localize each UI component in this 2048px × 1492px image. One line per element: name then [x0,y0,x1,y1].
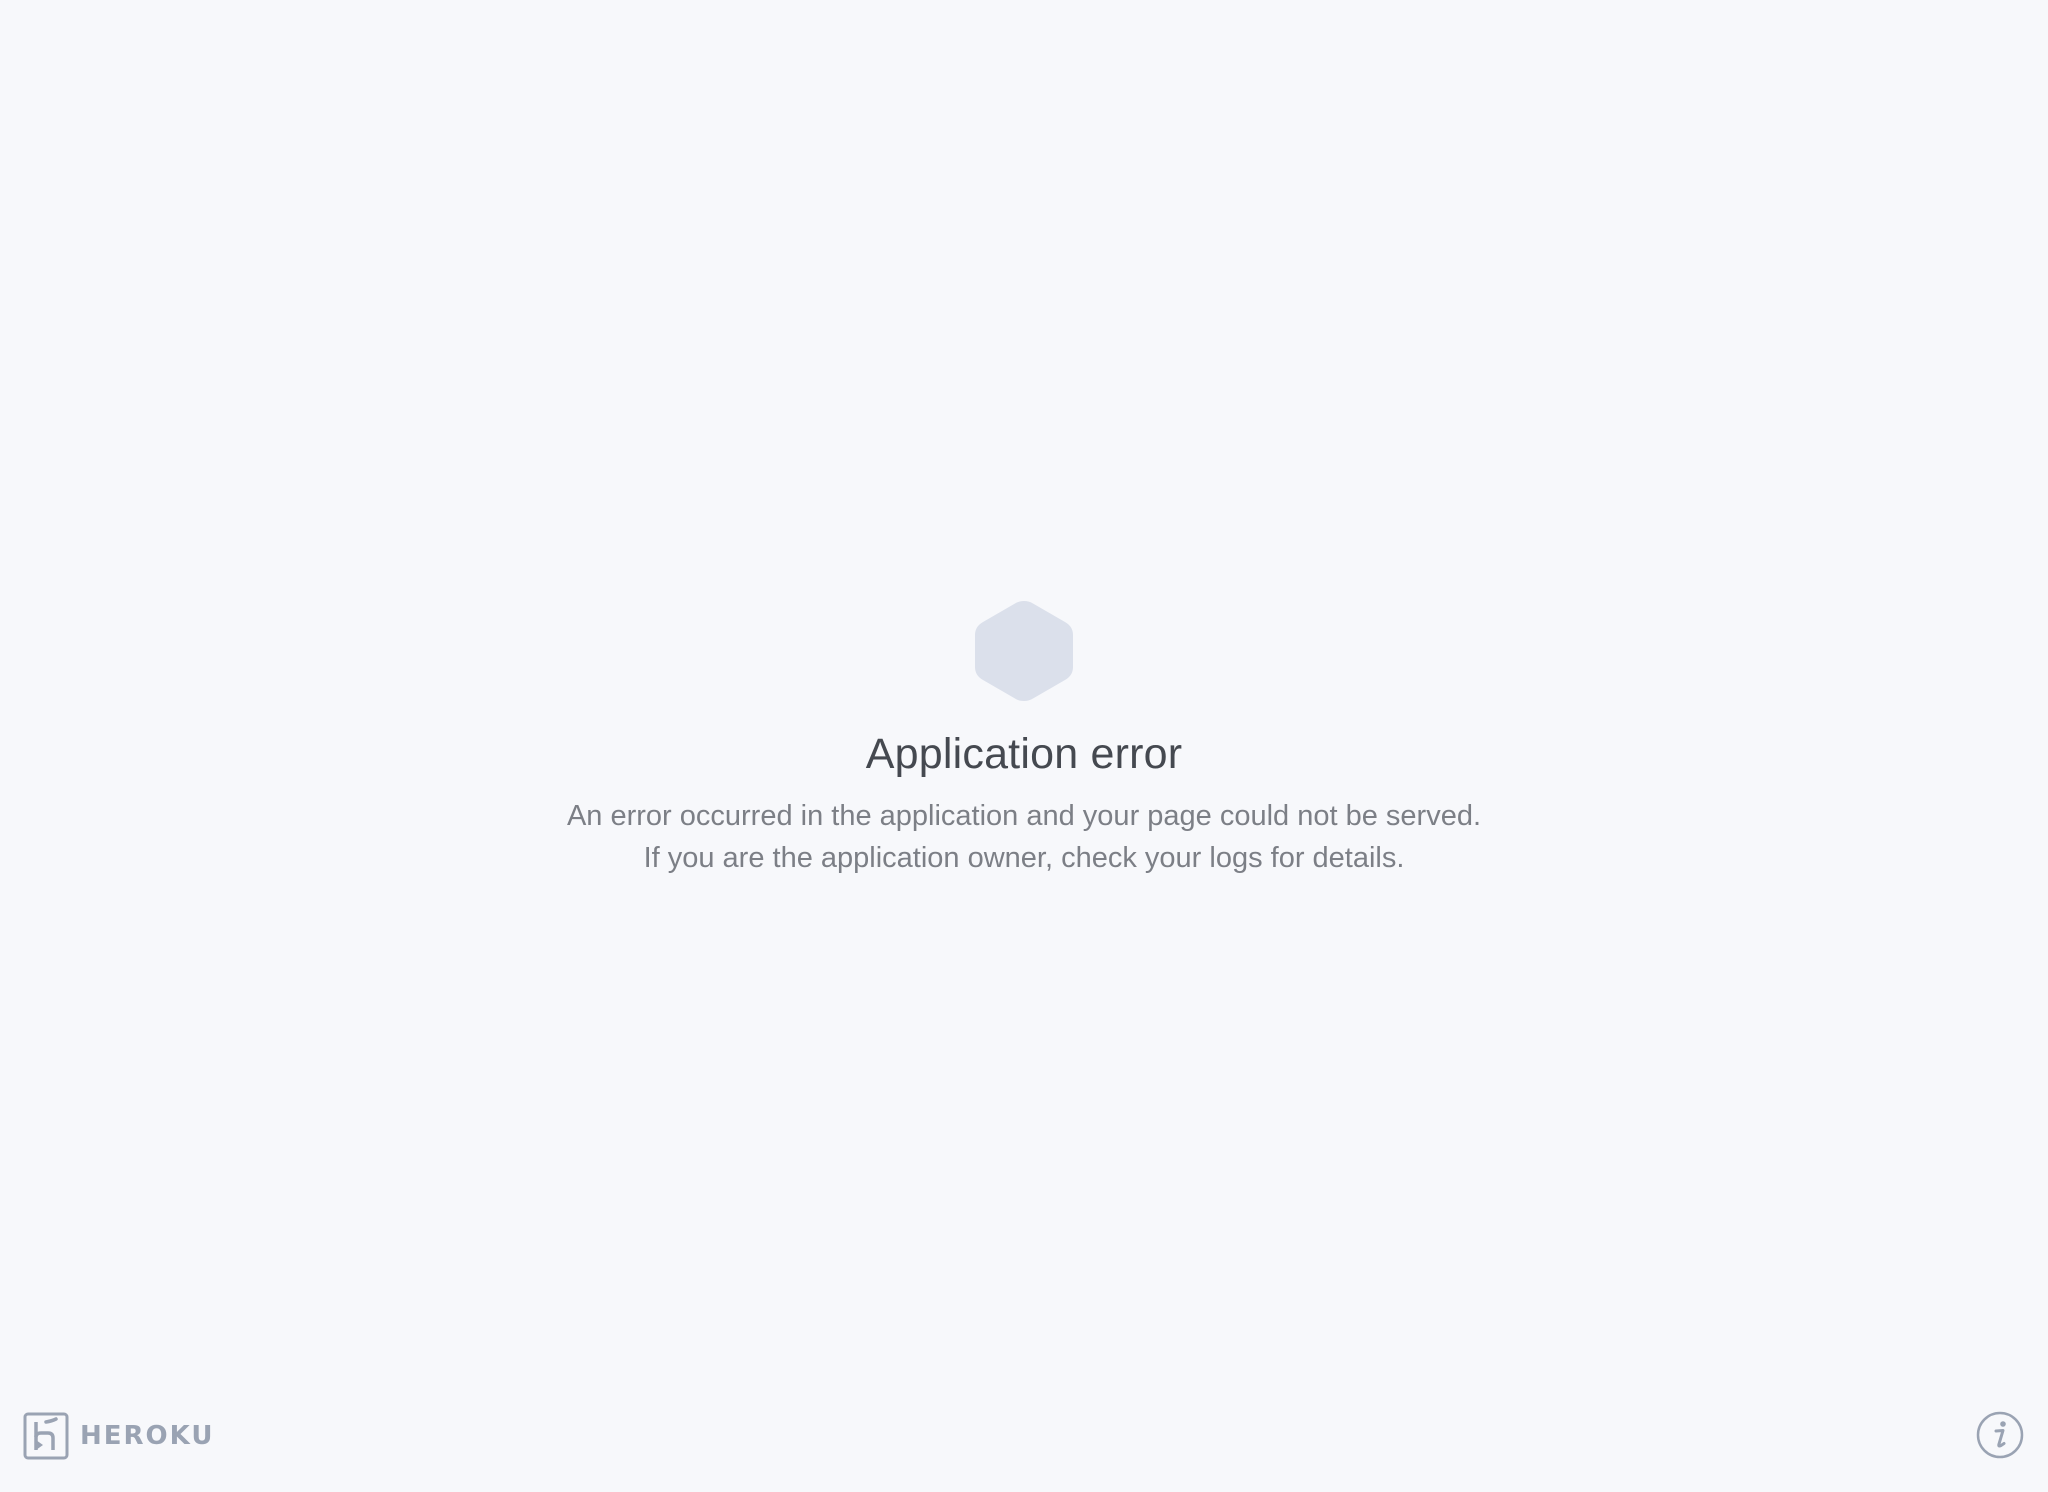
page-title: Application error [865,730,1183,778]
heroku-brand-text: HEROKU [80,1421,215,1451]
heroku-logo-link[interactable]: HEROKU [23,1412,214,1460]
hexagon-icon [975,601,1073,701]
error-container: Application error An error occurred in t… [0,598,2048,879]
info-icon[interactable] [1976,1411,2024,1459]
heroku-logo-icon [23,1412,69,1460]
error-message: An error occurred in the application and… [566,800,1482,875]
